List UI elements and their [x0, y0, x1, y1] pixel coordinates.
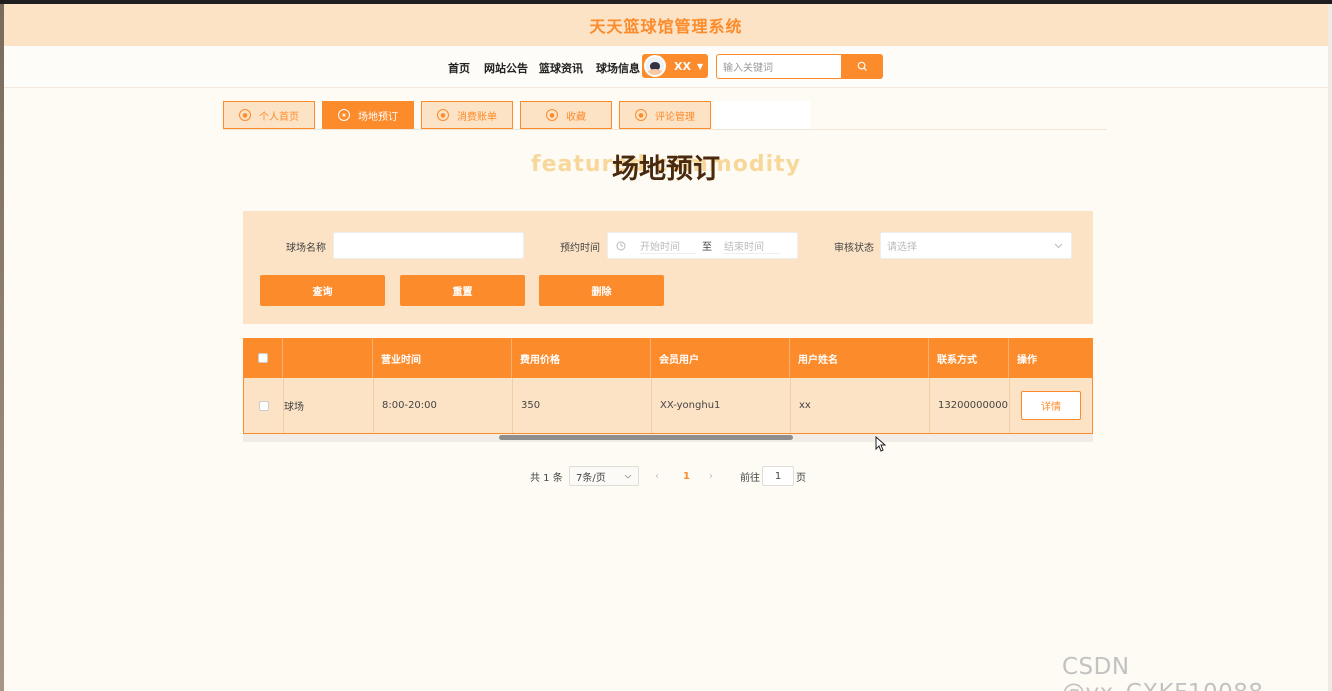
window-right-edge	[1328, 4, 1332, 691]
circle-star-icon: ★	[338, 109, 350, 121]
cell-phone: 13200000000	[930, 378, 1010, 433]
total-count: 共 1 条	[530, 472, 563, 484]
user-menu-button[interactable]: XX ▼	[642, 54, 708, 78]
site-title: 天天篮球馆管理系统	[589, 17, 743, 36]
status-select-placeholder: 请选择	[887, 242, 917, 253]
tab-label: 消费账单	[457, 111, 497, 123]
page-size-value: 7条/页	[576, 472, 606, 484]
pagination: 共 1 条 7条/页 ‹ 1 › 前往 1 页	[0, 466, 1332, 486]
tab-divider	[223, 129, 1107, 130]
reset-button[interactable]: 重置	[400, 275, 525, 306]
circle-dot-icon: ●	[546, 109, 558, 121]
query-button[interactable]: 查询	[260, 275, 385, 306]
review-status-select[interactable]: 请选择	[880, 232, 1072, 259]
select-all-checkbox[interactable]	[257, 353, 268, 363]
venue-name-input[interactable]	[333, 232, 524, 259]
filter-panel: 球场名称 预约时间 开始时间 至 结束时间 审核状态 请选择 查询 重置 删除	[243, 211, 1093, 324]
booking-table: 营业时间 费用价格 会员用户 用户姓名 联系方式 操作 球场 8:00-20:0…	[243, 338, 1093, 442]
circle-dot-icon: ●	[239, 109, 251, 121]
horizontal-scrollbar[interactable]	[243, 434, 1093, 442]
scrollbar-thumb[interactable]	[499, 435, 793, 440]
tab-bills[interactable]: ● 消费账单	[421, 101, 513, 129]
select-all-cell	[243, 338, 283, 378]
cell-name: xx	[791, 378, 930, 433]
circle-dot-icon: ●	[437, 109, 449, 121]
venue-name-label: 球场名称	[286, 243, 326, 254]
circle-dot-icon: ●	[635, 109, 647, 121]
mouse-cursor-icon	[875, 436, 887, 452]
caret-down-icon: ▼	[696, 61, 704, 71]
row-select-cell	[244, 378, 284, 433]
table-row: 球场 8:00-20:00 350 XX-yonghu1 xx 13200000…	[243, 378, 1093, 434]
nav-item-courts[interactable]: 球场信息	[596, 60, 640, 76]
range-separator: 至	[702, 242, 712, 253]
tab-label: 评论管理	[655, 111, 695, 123]
cell-venue: 球场	[284, 378, 374, 433]
watermark: CSDN @vx_CXKF10088	[1062, 654, 1263, 691]
col-price: 费用价格	[512, 338, 651, 378]
tab-profile-home[interactable]: ● 个人首页	[223, 101, 315, 129]
review-status-label: 审核状态	[834, 243, 874, 254]
site-header: 天天篮球馆管理系统	[4, 4, 1328, 46]
booking-time-range[interactable]: 开始时间 至 结束时间	[607, 232, 798, 259]
cell-hours: 8:00-20:00	[374, 378, 513, 433]
tab-favorites[interactable]: ● 收藏	[520, 101, 612, 129]
cell-member: XX-yonghu1	[652, 378, 791, 433]
goto-page-input[interactable]: 1	[762, 466, 794, 486]
tab-label: 场地预订	[358, 111, 398, 123]
booking-time-label: 预约时间	[560, 243, 600, 254]
search-input[interactable]: 输入关键词	[716, 54, 842, 79]
page-title: 场地预订	[612, 154, 720, 185]
chevron-down-icon	[624, 474, 632, 479]
search-button[interactable]	[841, 54, 883, 79]
row-checkbox[interactable]	[258, 400, 269, 411]
detail-button[interactable]: 详情	[1021, 391, 1081, 420]
nav-item-home[interactable]: 首页	[448, 60, 470, 76]
nav-item-notices[interactable]: 网站公告	[484, 60, 528, 76]
tab-venue-booking[interactable]: ★ 场地预订	[322, 101, 414, 129]
next-page-icon[interactable]: ›	[709, 466, 713, 486]
prev-page-icon[interactable]: ‹	[655, 466, 659, 486]
current-page[interactable]: 1	[683, 466, 690, 486]
cell-price: 350	[513, 378, 652, 433]
page-size-select[interactable]: 7条/页	[569, 466, 639, 486]
tab-spacer	[714, 101, 810, 129]
page-suffix: 页	[796, 472, 806, 484]
delete-button[interactable]: 删除	[539, 275, 664, 306]
user-name: XX	[674, 59, 691, 73]
tab-label: 个人首页	[259, 111, 299, 123]
tab-label: 收藏	[566, 111, 586, 123]
avatar	[644, 55, 666, 77]
window-left-edge	[0, 4, 4, 691]
end-time-input[interactable]: 结束时间	[724, 238, 780, 254]
tab-comments[interactable]: ● 评论管理	[619, 101, 711, 129]
clock-icon	[616, 241, 626, 250]
col-actions: 操作	[1017, 354, 1037, 366]
col-name: 用户姓名	[790, 338, 929, 378]
col-member: 会员用户	[651, 338, 790, 378]
start-time-input[interactable]: 开始时间	[640, 238, 696, 254]
goto-label: 前往	[740, 472, 760, 484]
col-phone: 联系方式	[929, 338, 1009, 378]
top-nav: 首页 网站公告 篮球资讯 球场信息 XX ▼ 输入关键词	[4, 46, 1328, 88]
col-venue	[283, 338, 373, 378]
table-header: 营业时间 费用价格 会员用户 用户姓名 联系方式 操作	[243, 338, 1093, 378]
cell-actions: 详情	[1010, 378, 1092, 433]
search-icon	[857, 61, 867, 72]
chevron-down-icon	[1054, 243, 1063, 248]
col-hours: 营业时间	[373, 338, 512, 378]
nav-item-news[interactable]: 篮球资讯	[539, 60, 583, 76]
